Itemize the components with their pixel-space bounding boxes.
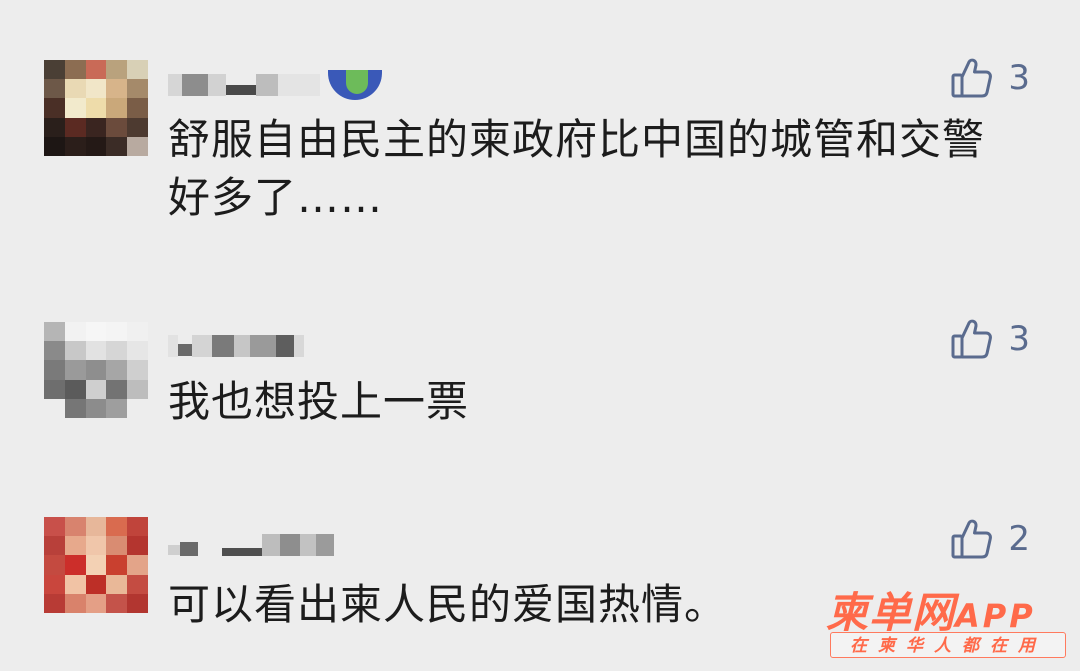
comment-text: 我也想投上一票 (168, 377, 470, 426)
like-count: 3 (1008, 58, 1030, 98)
like-button[interactable]: 3 (950, 53, 1030, 103)
watermark-tagline: 在柬华人都在用 (830, 632, 1066, 658)
watermark-logo-text: 柬单网 (826, 588, 956, 637)
comment-list-screen: { "comments": [ { "text": "舒服自由民主的柬政府比中国… (0, 0, 1080, 671)
like-count: 3 (1008, 319, 1030, 359)
username-blurred[interactable] (168, 70, 382, 100)
avatar[interactable] (44, 322, 148, 418)
username-blurred[interactable] (168, 530, 334, 560)
like-button[interactable]: 2 (950, 514, 1030, 564)
username-blurred[interactable] (168, 331, 304, 361)
watermark-app-text: APP (955, 597, 1036, 635)
nickname-badge (328, 70, 382, 100)
thumbs-up-icon (951, 519, 993, 559)
comment-text: 舒服自由民主的柬政府比中国的城管和交警好多了…… (168, 115, 986, 222)
thumbs-up-icon (951, 58, 993, 98)
like-button[interactable]: 3 (950, 314, 1030, 364)
thumbs-up-icon (951, 319, 993, 359)
like-count: 2 (1008, 519, 1030, 559)
avatar[interactable] (44, 60, 148, 156)
avatar[interactable] (44, 517, 148, 613)
watermark: 柬单网APP 在柬华人都在用 (820, 589, 1072, 665)
